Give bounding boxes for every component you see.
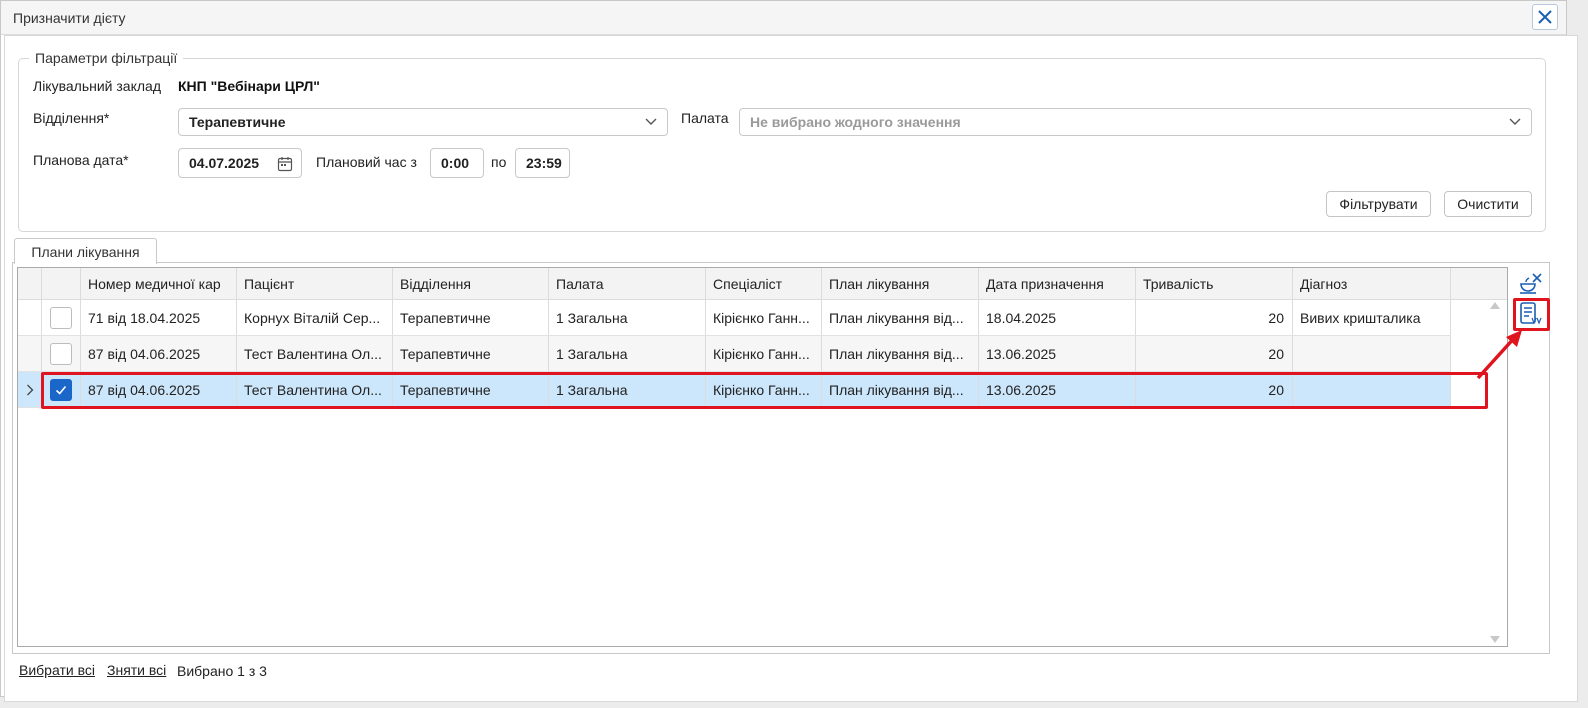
cell-card: 87 від 04.06.2025 [81, 372, 237, 407]
row-checkbox-cell [42, 372, 81, 407]
cell-ward: 1 Загальна [549, 336, 706, 371]
row-indicator [18, 336, 42, 371]
cell-date: 13.06.2025 [979, 372, 1136, 407]
indicator-header [18, 268, 42, 299]
row-checkbox[interactable] [50, 342, 72, 365]
row-checkbox-cell [42, 336, 81, 371]
time-to-value: 23:59 [526, 155, 562, 171]
time-to-input[interactable]: 23:59 [515, 148, 570, 178]
department-value: Терапевтичне [189, 114, 286, 130]
cell-diagnosis [1293, 372, 1451, 407]
cell-diagnosis [1293, 336, 1451, 371]
cell-duration: 20 [1136, 372, 1293, 407]
cell-specialist: Кірієнко Ганн... [706, 300, 822, 335]
cell-patient: Тест Валентина Ол... [237, 372, 393, 407]
cell-ward: 1 Загальна [549, 300, 706, 335]
row-checkbox[interactable] [50, 306, 72, 329]
scroll-up-arrow[interactable] [1490, 302, 1500, 309]
table-row[interactable]: 71 від 18.04.2025 Корнух Віталій Сер... … [18, 300, 1451, 336]
cell-duration: 20 [1136, 300, 1293, 335]
header-filler [1451, 268, 1507, 299]
column-header-patient[interactable]: Пацієнт [237, 268, 393, 299]
date-input[interactable]: 04.07.2025 [178, 148, 302, 178]
annotation-arrow [1476, 330, 1522, 380]
grid-header: Номер медичної кар Пацієнт Відділення Па… [18, 268, 1507, 300]
date-value: 04.07.2025 [189, 155, 260, 171]
clear-button[interactable]: Очистити [1444, 191, 1532, 217]
column-header-card[interactable]: Номер медичної кар [81, 268, 237, 299]
tab-treatment-plans[interactable]: Плани лікування [14, 238, 157, 264]
chevron-down-icon [1509, 118, 1521, 125]
time-from-value: 0:00 [441, 155, 470, 171]
cell-plan: План лікування від... [822, 300, 979, 335]
cell-department: Терапевтичне [393, 336, 549, 371]
column-header-date[interactable]: Дата призначення [979, 268, 1136, 299]
row-checkbox-cell [42, 300, 81, 335]
ward-label: Палата [681, 110, 729, 126]
cell-department: Терапевтичне [393, 300, 549, 335]
facility-label: Лікувальний заклад [33, 78, 161, 94]
assign-document-icon [1520, 302, 1542, 325]
cell-specialist: Кірієнко Ганн... [706, 336, 822, 371]
ward-placeholder: Не вибрано жодного значення [750, 114, 961, 130]
cell-patient: Тест Валентина Ол... [237, 336, 393, 371]
row-indicator [18, 300, 42, 335]
diet-tools-icon [1520, 273, 1542, 294]
scroll-down-arrow[interactable] [1490, 636, 1500, 643]
date-label: Планова дата* [33, 152, 129, 168]
department-label: Відділення* [33, 110, 110, 126]
cell-date: 18.04.2025 [979, 300, 1136, 335]
table-row[interactable]: 87 від 04.06.2025 Тест Валентина Ол... Т… [18, 336, 1451, 372]
facility-value: КНП "Вебінари ЦРЛ" [178, 78, 320, 94]
column-header-duration[interactable]: Тривалість [1136, 268, 1293, 299]
column-header-department[interactable]: Відділення [393, 268, 549, 299]
row-indicator [18, 372, 42, 407]
cell-specialist: Кірієнко Ганн... [706, 372, 822, 407]
column-header-plan[interactable]: План лікування [822, 268, 979, 299]
checkmark-icon [55, 385, 67, 395]
cell-card: 71 від 18.04.2025 [81, 300, 237, 335]
cell-date: 13.06.2025 [979, 336, 1136, 371]
cell-plan: План лікування від... [822, 336, 979, 371]
checkbox-header [42, 268, 81, 299]
time-to-label: по [491, 154, 507, 170]
cell-ward: 1 Загальна [549, 372, 706, 407]
department-select[interactable]: Терапевтичне [178, 108, 668, 136]
deselect-all-link[interactable]: Зняти всі [107, 662, 166, 678]
diet-tools-button[interactable] [1516, 268, 1546, 298]
cell-diagnosis: Вивих кришталика [1293, 300, 1451, 335]
treatment-plans-grid: Номер медичної кар Пацієнт Відділення Па… [17, 267, 1508, 647]
calendar-icon[interactable] [277, 156, 293, 172]
select-all-link[interactable]: Вибрати всі [19, 662, 95, 678]
selected-count: Вибрано 1 з 3 [177, 663, 267, 679]
cell-card: 87 від 04.06.2025 [81, 336, 237, 371]
close-icon [1538, 10, 1552, 24]
chevron-down-icon [645, 118, 657, 125]
row-checkbox-checked[interactable] [50, 378, 72, 401]
table-row-selected[interactable]: 87 від 04.06.2025 Тест Валентина Ол... Т… [18, 372, 1451, 408]
column-header-diagnosis[interactable]: Діагноз [1293, 268, 1451, 299]
dialog-title: Призначити дієту [13, 10, 126, 26]
cell-duration: 20 [1136, 336, 1293, 371]
ward-select[interactable]: Не вибрано жодного значення [739, 108, 1532, 136]
cell-plan: План лікування від... [822, 372, 979, 407]
assign-diet-button[interactable] [1515, 299, 1545, 329]
cell-department: Терапевтичне [393, 372, 549, 407]
filter-legend: Параметри фільтрації [35, 50, 178, 66]
column-header-ward[interactable]: Палата [549, 268, 706, 299]
close-button[interactable] [1532, 4, 1558, 30]
column-header-specialist[interactable]: Спеціаліст [706, 268, 822, 299]
filter-button[interactable]: Фільтрувати [1326, 191, 1431, 217]
time-from-input[interactable]: 0:00 [430, 148, 484, 178]
title-bar: Призначити дієту [1, 1, 1566, 35]
current-row-chevron-icon [26, 384, 33, 395]
time-from-label: Плановий час з [316, 154, 417, 170]
cell-patient: Корнух Віталій Сер... [237, 300, 393, 335]
